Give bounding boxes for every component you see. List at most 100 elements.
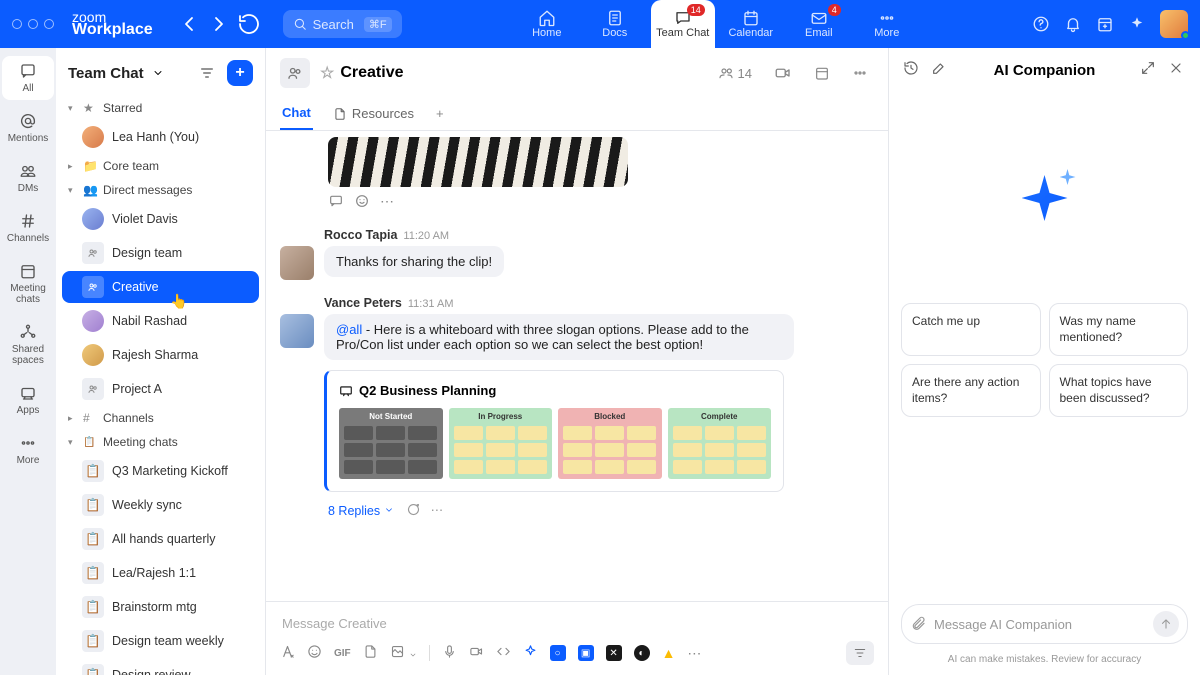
ai-sparkle-icon[interactable] [523,644,538,662]
author-avatar[interactable] [280,246,314,280]
channel-more-button[interactable] [846,65,874,81]
message-input[interactable]: Message Creative [280,610,874,641]
rail-channels[interactable]: Channels [2,206,54,250]
member-count[interactable]: 14 [712,65,758,81]
rail-more[interactable]: More [2,428,54,472]
close-icon[interactable] [1168,60,1186,81]
tab-calendar[interactable]: Calendar [719,0,783,48]
section-meeting-chats[interactable]: ▾📋Meeting chats [56,430,265,454]
tab-more[interactable]: More [855,0,919,48]
sidebar-item-you[interactable]: Lea Hanh (You) [62,121,259,153]
react-icon[interactable] [354,193,370,212]
ai-input[interactable]: Message AI Companion [901,604,1188,644]
reply-icon[interactable] [328,193,344,212]
thread-react-icon[interactable] [406,502,421,520]
replies-link[interactable]: 8 Replies [328,504,394,518]
file-icon[interactable] [363,644,378,662]
history-button[interactable] [237,12,261,36]
ai-suggestion[interactable]: Are there any action items? [901,364,1041,417]
meeting-item[interactable]: 📋Brainstorm mtg [62,591,259,623]
emoji-icon[interactable] [307,644,322,662]
rail-shared-spaces[interactable]: Shared spaces [2,317,54,372]
whiteboard-card[interactable]: Q2 Business Planning Not Started In Prog… [324,370,784,492]
rail-apps[interactable]: Apps [2,378,54,422]
dm-item-rajesh[interactable]: Rajesh Sharma [62,339,259,371]
subtab-chat[interactable]: Chat [280,99,313,130]
star-icon[interactable]: ☆ [320,63,334,83]
dm-item-nabil[interactable]: Nabil Rashad [62,305,259,337]
format-icon[interactable] [280,644,295,662]
send-options-button[interactable] [846,641,874,665]
app-jira-icon[interactable]: ✕ [606,645,622,661]
tab-home[interactable]: Home [515,0,579,48]
app-zoom-icon[interactable]: ○ [550,645,566,661]
section-dms[interactable]: ▾👥Direct messages [56,178,265,202]
mention[interactable]: @all [336,322,362,337]
add-tab-button[interactable]: + [434,99,446,130]
ai-suggestion[interactable]: Catch me up [901,303,1041,356]
gif-button[interactable]: GIF [334,648,351,659]
code-icon[interactable] [496,644,511,662]
rail-all[interactable]: All [2,56,54,100]
window-controls[interactable] [12,19,54,29]
meeting-item[interactable]: 📋Lea/Rajesh 1:1 [62,557,259,589]
filter-button[interactable] [195,61,219,85]
nav-back-button[interactable] [177,12,201,36]
composer-more-icon[interactable]: ⋯ [687,645,701,662]
chevron-down-icon[interactable] [152,67,164,79]
new-chat-button[interactable]: + [227,60,253,86]
meeting-item[interactable]: 📋Design review [62,659,259,675]
sparkle-icon[interactable] [1128,15,1146,33]
calendar-add-icon[interactable] [1096,15,1114,33]
app-drive-icon[interactable]: ▲ [662,645,676,661]
app-github-icon[interactable]: ◐ [634,645,650,661]
tab-email[interactable]: Email4 [787,0,851,48]
section-coreteam[interactable]: ▸📁Core team [56,154,265,178]
author-name[interactable]: Vance Peters [324,296,402,310]
ai-history-icon[interactable] [903,60,921,81]
author-avatar[interactable] [280,314,314,348]
video-message-icon[interactable] [469,644,484,662]
whiteboard-icon [339,384,353,398]
meeting-item[interactable]: 📋All hands quarterly [62,523,259,555]
audio-icon[interactable] [442,644,457,662]
channel-title[interactable]: ☆Creative [320,63,404,83]
subtab-resources[interactable]: Resources [331,99,416,130]
ai-suggestion[interactable]: Was my name mentioned? [1049,303,1189,356]
rail-dms[interactable]: DMs [2,156,54,200]
bell-icon[interactable] [1064,15,1082,33]
ai-suggestion[interactable]: What topics have been discussed? [1049,364,1189,417]
rail-meeting-chats[interactable]: Meeting chats [2,256,54,311]
dm-item-design-team[interactable]: Design team [62,237,259,269]
thread-more-icon[interactable]: ⋯ [431,502,444,520]
attach-icon[interactable] [910,616,926,632]
dm-item-project-a[interactable]: Project A [62,373,259,405]
tab-docs[interactable]: Docs [583,0,647,48]
author-name[interactable]: Rocco Tapia [324,228,397,242]
ai-compose-icon[interactable] [931,60,949,81]
global-search[interactable]: Search ⌘F [283,10,402,38]
help-icon[interactable] [1032,15,1050,33]
section-channels[interactable]: ▸#Channels [56,406,265,430]
tab-team-chat[interactable]: Team Chat14 [651,0,715,48]
video-call-button[interactable] [768,64,798,82]
sidebar-title[interactable]: Team Chat [68,65,144,82]
rail-mentions[interactable]: Mentions [2,106,54,150]
schedule-button[interactable] [808,65,836,81]
meeting-item[interactable]: 📋Q3 Marketing Kickoff [62,455,259,487]
expand-icon[interactable] [1140,60,1158,81]
message-composer: Message Creative GIF ○ ▣ ✕ ◐ ▲ [266,601,888,675]
message-more-icon[interactable]: ⋯ [380,193,394,212]
ai-send-button[interactable] [1153,611,1179,637]
meeting-item[interactable]: 📋Design team weekly [62,625,259,657]
meeting-item[interactable]: 📋Weekly sync [62,489,259,521]
message-time: 11:20 AM [403,230,449,242]
screenshot-icon[interactable] [390,644,417,662]
user-avatar[interactable] [1160,10,1188,38]
shared-image[interactable] [328,137,628,187]
nav-forward-button[interactable] [207,12,231,36]
dm-item-violet[interactable]: Violet Davis [62,203,259,235]
app-box-icon[interactable]: ▣ [578,645,594,661]
dm-item-creative[interactable]: Creative [62,271,259,303]
section-starred[interactable]: ▾★Starred [56,96,265,120]
